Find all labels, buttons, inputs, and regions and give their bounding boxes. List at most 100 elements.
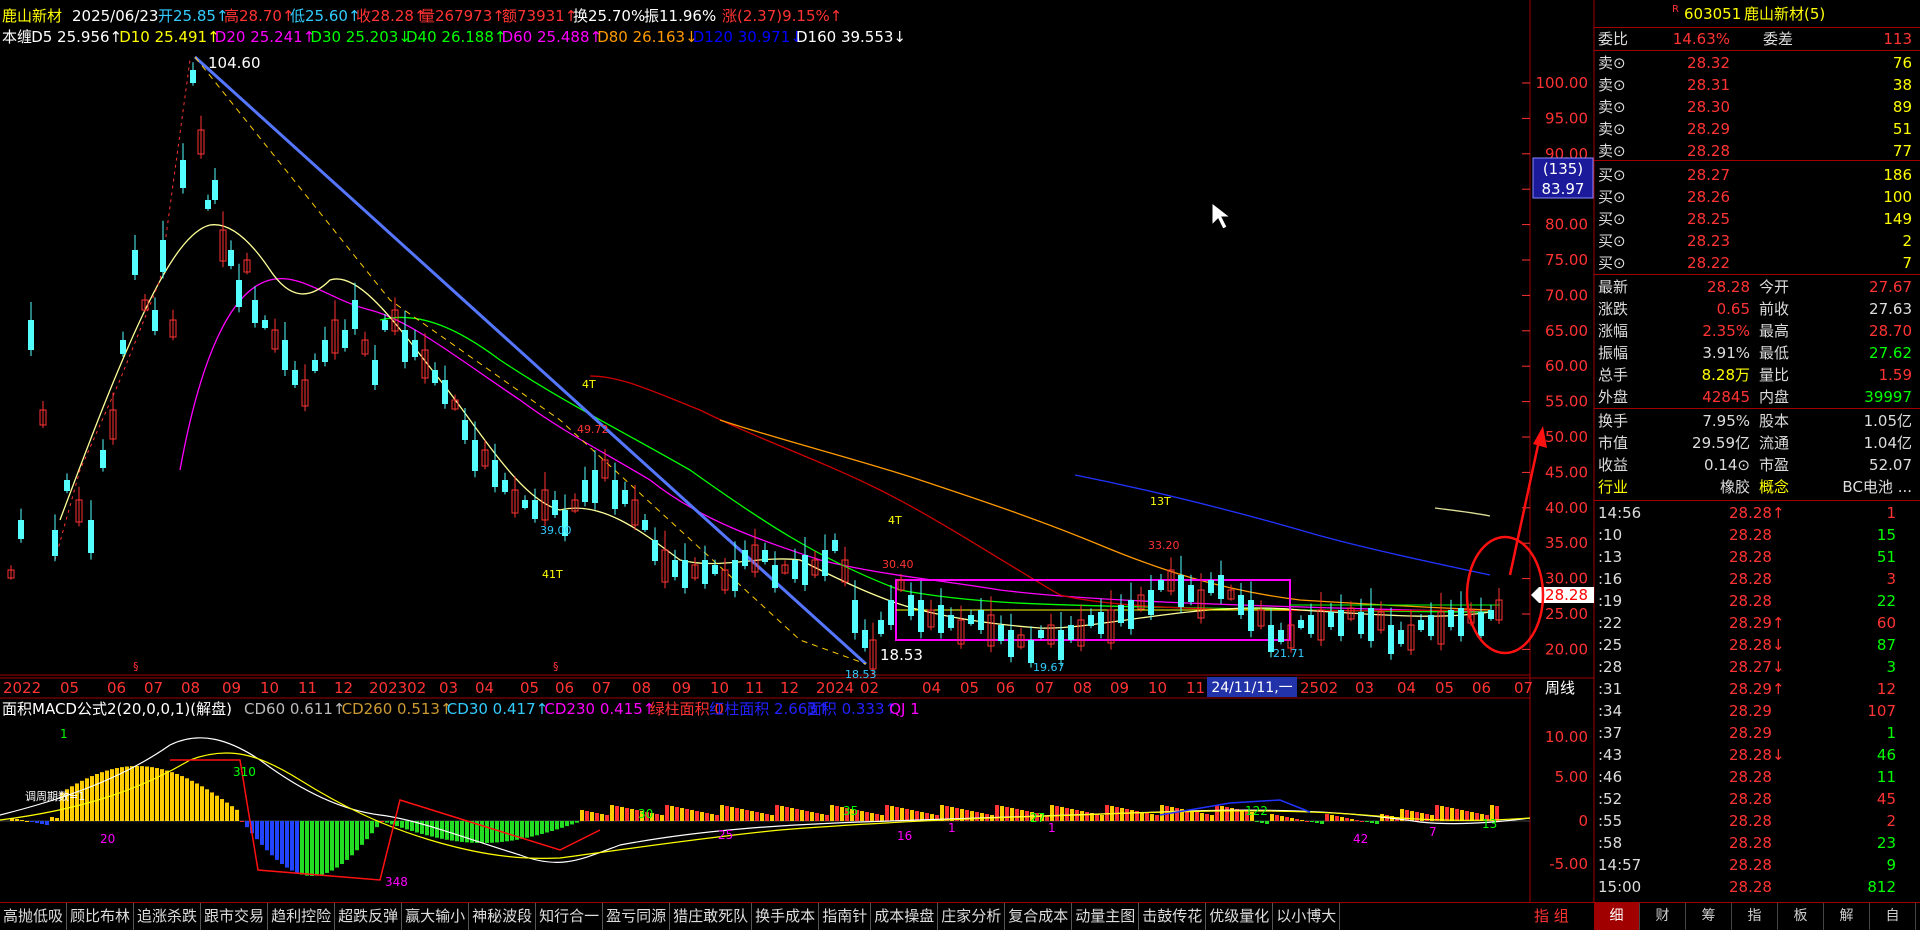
amplitude-value: 振11.96% [644,7,716,25]
indicator-tab[interactable]: 动量主图 [1072,903,1140,930]
time-tick-label: 03 [439,679,458,697]
indicator-tab[interactable]: 高抛低吸 [0,903,68,930]
macd-label-122: 122 [1245,804,1268,818]
indicator-tab[interactable]: 跟市交易 [201,903,269,930]
indicator-tab[interactable]: 猎庄敢死队 [670,903,753,930]
price-tick-label: 30.00 [1545,570,1588,588]
period-label[interactable]: 周线 [1545,679,1575,697]
time-tick-label: 12 [780,679,799,697]
time-tick-label: 06 [996,679,1015,697]
open-value: 开25.85↑ [158,7,229,25]
indicator-tab[interactable]: 赢大输小 [402,903,470,930]
tick-row: :25 28.28↓ 87 [1598,636,1896,654]
s-marker-1: § [133,660,139,673]
right-tab[interactable]: 细 [1594,903,1640,930]
time-cursor: 24/11/11,一 [1211,680,1292,696]
time-tick-label: 10 [260,679,279,697]
time-tick-label: 07 [1514,679,1533,697]
bid-level[interactable]: 买⊙ 28.26 100 [1594,186,1920,208]
fund-row[interactable]: 行业 橡胶 概念 BC电池 ... [1594,476,1920,498]
annotation-13t: 13T [1150,495,1171,508]
indicator-tab[interactable]: 指南针 [819,903,872,930]
ask-level[interactable]: 卖⊙ 28.32 76 [1594,52,1920,74]
stock-full-name: 鹿山新材(5) [1744,5,1826,23]
indicator-toggle[interactable]: 指 [1534,907,1549,925]
macd-label-20: 20 [100,832,115,846]
macd-legend-item: CD30 0.417↑ [447,700,548,718]
quote-row: 总手 8.28万 量比 1.59 [1598,366,1912,384]
bid-level[interactable]: 买⊙ 28.27 186 [1594,164,1920,186]
price-tick-label: 35.00 [1545,534,1588,552]
close-value: 收28.28↑ [356,7,427,25]
change-value: 涨(2.37)9.15%↑ [722,7,842,25]
indicator-tab[interactable]: 顾比布林 [67,903,135,930]
ask-level[interactable]: 卖⊙ 28.31 38 [1594,74,1920,96]
group-toggle[interactable]: 组 [1554,907,1569,925]
indicator-tab[interactable]: 优级量化 [1206,903,1274,930]
macd-label-1c: 1 [1048,821,1056,835]
bid-level[interactable]: 买⊙ 28.22 7 [1594,252,1920,274]
price-marker-value: 83.97 [1542,180,1585,198]
price-tick-label: 70.00 [1545,286,1588,304]
tick-row: :28 28.27↓ 3 [1598,658,1896,676]
indicator-tab[interactable]: 盈亏同源 [603,903,671,930]
ma-legend: 本缠 D5 25.956↑D10 25.491↑D20 25.241↑D30 25… [2,28,906,46]
annotation-low-label: 18.53 [880,646,923,664]
bid-level[interactable]: 买⊙ 28.25 149 [1594,208,1920,230]
time-tick-label: 06 [555,679,574,697]
macd-label-16: 16 [897,829,912,843]
macd-label-25: 25 [718,828,733,842]
ma-legend-item: D20 25.241↑ [215,28,315,46]
time-tick-label: 09 [1110,679,1129,697]
macd-legend: CD60 0.611↑CD260 0.513↑CD30 0.417↑CD230 … [244,700,920,718]
fund-row: 收益 0.14⊙ 市盈 52.07 [1598,456,1912,474]
indicator-tab[interactable]: 击鼓传花 [1139,903,1207,930]
stock-flag: R [1672,4,1679,15]
macd-note: 调周期数=1 [25,790,85,803]
indicator-tab[interactable]: 以小博大 [1273,903,1341,930]
time-tick-label: 07 [592,679,611,697]
indicator-tab[interactable]: 庄家分析 [938,903,1006,930]
tick-row: 14:56 28.28↑ 1 [1598,504,1896,522]
ma-legend-item: D120 30.971↓ [693,28,803,46]
high-value: 高28.70↑ [224,7,295,25]
time-tick-label: 11 [1186,679,1205,697]
macd-label-7: 7 [1429,825,1437,839]
ma-legend-item: 本缠 [2,28,32,46]
indicator-tab[interactable]: 趋利控险 [268,903,336,930]
indicator-tabbar: 高抛低吸 顾比布林 追涨杀跌 跟市交易 趋利控险 超跌反弹 赢大输小 神秘波段 知行合一 盈亏同源… [0,902,1594,930]
indicator-tab[interactable]: 追涨杀跌 [134,903,202,930]
right-tab[interactable]: 自 [1870,903,1916,930]
bid-level[interactable]: 买⊙ 28.23 2 [1594,230,1920,252]
right-tab[interactable]: 板 [1778,903,1824,930]
commission-diff: 113 [1883,30,1912,48]
right-tab[interactable]: 指 [1732,903,1778,930]
right-tab[interactable]: 财 [1640,903,1686,930]
time-tick-label: 12 [334,679,353,697]
price-tick-label: 25.00 [1545,605,1588,623]
indicator-tab[interactable]: 复合成本 [1005,903,1073,930]
tick-row: :19 28.28 22 [1598,592,1896,610]
indicator-tab[interactable]: 神秘波段 [469,903,537,930]
macd-legend-item: CD60 0.611↑ [244,700,345,718]
tick-row: 15:00 28.28 812 [1598,878,1896,896]
indicator-tab[interactable]: 成本操盘 [871,903,939,930]
ask-level[interactable]: 卖⊙ 28.29 51 [1594,118,1920,140]
macd-label-27: 27 [1030,811,1045,825]
macd-label-35: 35 [843,804,858,818]
indicator-tab[interactable]: 换手成本 [752,903,820,930]
time-tick-label: 10 [710,679,729,697]
ask-level[interactable]: 卖⊙ 28.30 89 [1594,96,1920,118]
bar-date: 2025/06/23 [72,7,158,25]
quote-row: 振幅 3.91% 最低 27.62 [1598,344,1912,362]
macd-label-310: 310 [233,765,256,779]
indicator-tab[interactable]: 知行合一 [536,903,604,930]
indicator-tab[interactable]: 超跌反弹 [335,903,403,930]
right-tab[interactable]: 筹 [1686,903,1732,930]
macd-axis-label: -5.00 [1549,855,1588,873]
price-tick-label: 100.00 [1536,74,1589,92]
ask-level[interactable]: 卖⊙ 28.28 77 [1594,140,1920,162]
macd-label-348: 348 [385,875,408,889]
right-tab[interactable]: 解 [1824,903,1870,930]
quote-row: 最新 28.28 今开 27.67 [1598,278,1912,296]
